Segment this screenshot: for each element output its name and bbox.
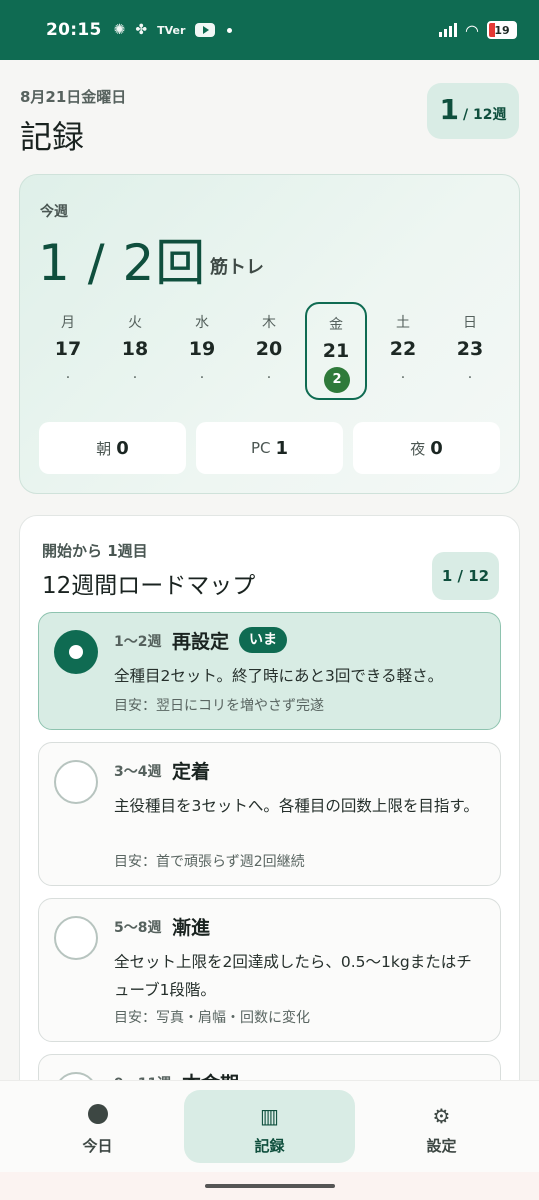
day-mark: . bbox=[400, 366, 406, 382]
openai-icon: ✺ bbox=[113, 22, 126, 38]
phase-guide: 目安：翌日にコリを増やさず完遂 bbox=[114, 698, 324, 714]
roadmap-title: 12週間ロードマップ bbox=[42, 573, 256, 599]
this-week-label: 今週 bbox=[40, 204, 68, 220]
pinwheel-icon: ✤ bbox=[135, 22, 148, 38]
phase-item[interactable]: 3〜4週 定着 主役種目を3セットへ。各種目の回数上限を目指す。 目安：首で頑張… bbox=[38, 742, 501, 886]
gesture-area bbox=[0, 1172, 539, 1200]
phase-weeks: 5〜8週 bbox=[114, 920, 162, 936]
phase-name: 再設定 bbox=[172, 631, 230, 653]
time-slots: 朝 0 PC 1 夜 0 bbox=[39, 422, 502, 474]
radio-empty-icon bbox=[54, 916, 98, 960]
week-total: / 12週 bbox=[463, 107, 507, 123]
day-of-week: 金 bbox=[329, 317, 343, 333]
nav-label: 記録 bbox=[254, 1137, 285, 1155]
calendar-bars-icon: ▥ bbox=[260, 1104, 279, 1128]
day-wed[interactable]: 水 19 . bbox=[171, 302, 233, 400]
current-badge: いま bbox=[239, 627, 287, 653]
day-of-week: 水 bbox=[195, 315, 209, 331]
day-fri-today[interactable]: 金 21 2 bbox=[305, 302, 367, 400]
day-of-week: 日 bbox=[463, 315, 477, 331]
this-week-kind: 筋トレ bbox=[210, 257, 264, 278]
day-of-week: 土 bbox=[396, 315, 410, 331]
gesture-handle[interactable] bbox=[205, 1184, 335, 1188]
phase-description: 全セット上限を2回達成したら、0.5〜1kgまたはチューブ1段階。 bbox=[114, 953, 472, 999]
week-indicator[interactable]: 1 / 12週 bbox=[427, 83, 519, 139]
day-number: 19 bbox=[188, 338, 216, 360]
page-title: 記録 bbox=[20, 118, 85, 156]
day-number: 20 bbox=[255, 338, 283, 360]
day-sun[interactable]: 日 23 . bbox=[439, 302, 501, 400]
week-number: 1 bbox=[439, 93, 459, 126]
roadmap-subtitle: 開始から 1週目 bbox=[42, 542, 148, 560]
nav-label: 今日 bbox=[82, 1137, 113, 1155]
day-sat[interactable]: 土 22 . bbox=[372, 302, 434, 400]
slot-label: 朝 bbox=[96, 439, 112, 458]
phase-guide: 目安：首で頑張らず週2回継続 bbox=[114, 854, 305, 870]
nav-today[interactable]: 今日 bbox=[12, 1090, 183, 1163]
phase-description: 全種目2セット。終了時にあと3回できる軽さ。 bbox=[114, 667, 444, 685]
roadmap-card: 開始から 1週目 12週間ロードマップ 1 / 12 1〜2週 再設定 いま 全… bbox=[19, 515, 520, 1135]
day-tue[interactable]: 火 18 . bbox=[104, 302, 166, 400]
youtube-icon bbox=[195, 23, 216, 37]
phase-item-current[interactable]: 1〜2週 再設定 いま 全種目2セット。終了時にあと3回できる軽さ。 目安：翌日… bbox=[38, 612, 501, 730]
day-of-week: 火 bbox=[128, 315, 142, 331]
notification-dot bbox=[227, 27, 233, 33]
day-number: 18 bbox=[121, 338, 149, 360]
day-mark: . bbox=[65, 366, 71, 382]
phase-item[interactable]: 5〜8週 漸進 全セット上限を2回達成したら、0.5〜1kgまたはチューブ1段階… bbox=[38, 898, 501, 1042]
current-date: 8月21日金曜日 bbox=[20, 88, 127, 106]
day-number: 21 bbox=[322, 340, 350, 362]
phase-name: 漸進 bbox=[172, 917, 211, 939]
nav-settings[interactable]: ⚙ 設定 bbox=[356, 1090, 527, 1163]
signal-icon bbox=[439, 23, 458, 37]
phase-weeks: 3〜4週 bbox=[114, 764, 162, 780]
phase-description: 主役種目を3セットへ。各種目の回数上限を目指す。 bbox=[114, 797, 479, 815]
day-mark: . bbox=[467, 366, 473, 382]
radio-selected-icon bbox=[54, 630, 98, 674]
slot-night[interactable]: 夜 0 bbox=[353, 422, 500, 474]
wifi-icon: ◠ bbox=[465, 20, 479, 40]
day-mon[interactable]: 月 17 . bbox=[37, 302, 99, 400]
bottom-navigation: 今日 ▥ 記録 ⚙ 設定 bbox=[0, 1080, 539, 1172]
day-session-count-badge: 2 bbox=[324, 367, 350, 393]
phase-name: 定着 bbox=[172, 761, 211, 783]
roadmap-progress: 1 / 12 bbox=[432, 552, 499, 600]
status-bar: 20:15 ✺ ✤ TVer ◠ 19 bbox=[0, 0, 539, 60]
radio-empty-icon bbox=[54, 760, 98, 804]
day-mark: . bbox=[199, 366, 205, 382]
tver-icon: TVer bbox=[157, 23, 186, 37]
slot-label: PC bbox=[250, 439, 271, 457]
this-week-count: 1 / 2回 bbox=[38, 234, 207, 292]
slot-value: 0 bbox=[430, 437, 443, 459]
day-number: 22 bbox=[389, 338, 417, 360]
battery-icon: 19 bbox=[487, 21, 517, 39]
circle-icon bbox=[87, 1104, 108, 1124]
gear-icon: ⚙ bbox=[432, 1104, 451, 1128]
nav-records[interactable]: ▥ 記録 bbox=[184, 1090, 355, 1163]
status-time: 20:15 bbox=[46, 20, 102, 40]
slot-pc[interactable]: PC 1 bbox=[196, 422, 343, 474]
slot-value: 1 bbox=[275, 437, 289, 459]
nav-label: 設定 bbox=[426, 1137, 457, 1155]
battery-level: 19 bbox=[494, 23, 510, 37]
day-number: 17 bbox=[54, 338, 82, 360]
day-mark: . bbox=[266, 366, 272, 382]
day-of-week: 木 bbox=[262, 315, 276, 331]
day-number: 23 bbox=[456, 338, 484, 360]
slot-value: 0 bbox=[116, 437, 129, 459]
this-week-card: 今週 1 / 2回 筋トレ 月 17 . 火 18 . 水 19 . 木 20 … bbox=[19, 174, 520, 494]
day-of-week: 月 bbox=[61, 315, 75, 331]
day-thu[interactable]: 木 20 . bbox=[238, 302, 300, 400]
week-days: 月 17 . 火 18 . 水 19 . 木 20 . 金 21 2 土 22 … bbox=[37, 302, 505, 400]
phase-weeks: 1〜2週 bbox=[114, 634, 162, 650]
day-mark: . bbox=[132, 366, 138, 382]
slot-morning[interactable]: 朝 0 bbox=[39, 422, 186, 474]
phase-guide: 目安：写真・肩幅・回数に変化 bbox=[114, 1010, 310, 1026]
slot-label: 夜 bbox=[410, 439, 426, 458]
